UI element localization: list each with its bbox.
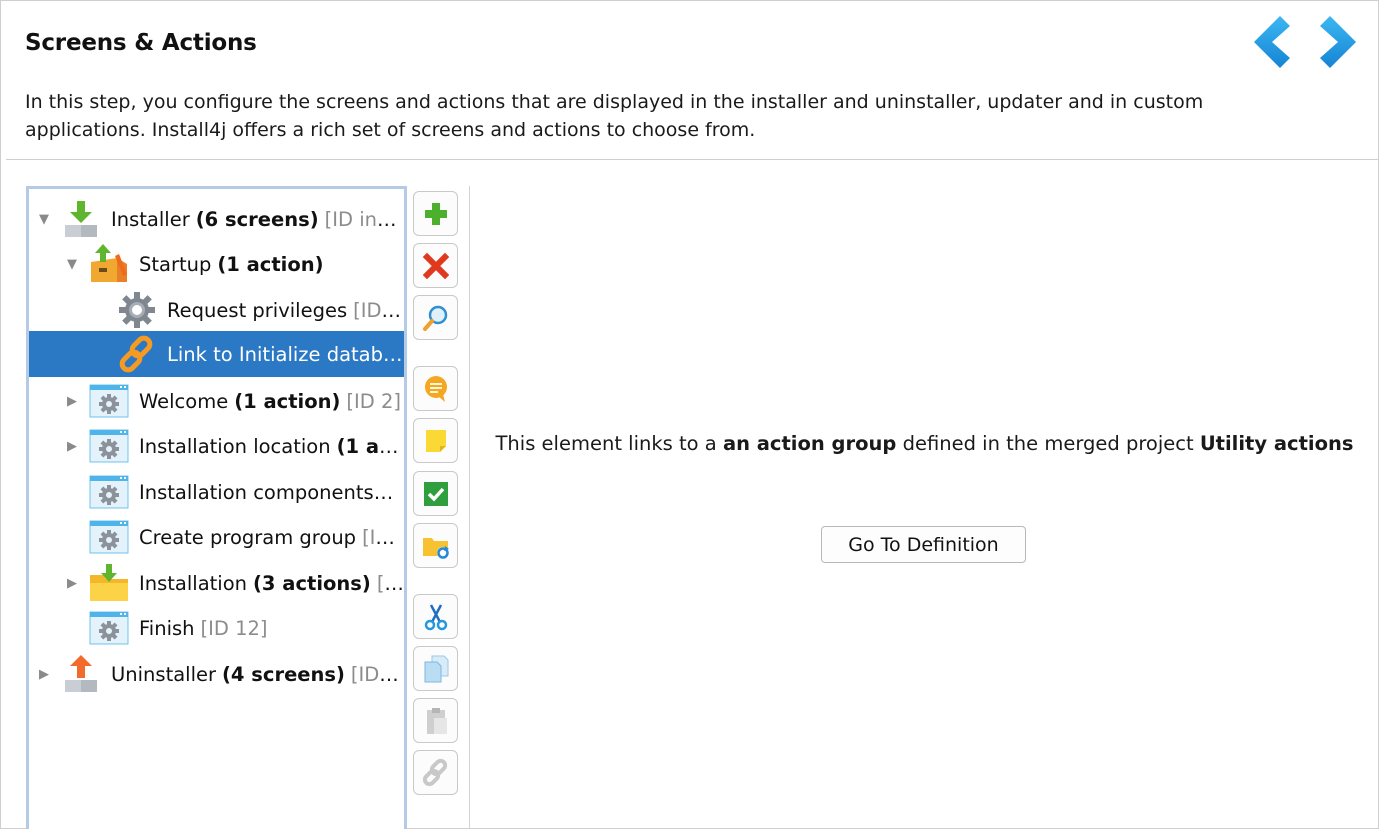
tree-row-welcome[interactable]: ▶ Welcome (1 action) [ID 2] — [29, 378, 404, 424]
screen-gear-icon — [89, 608, 129, 648]
tree-row-installation[interactable]: ▶ Installation(3 actions)[I... — [29, 560, 404, 606]
delete-button[interactable] — [413, 243, 458, 288]
screen-gear-icon — [89, 426, 129, 466]
tree-row-name: Request privileges — [167, 298, 348, 322]
header: Screens & Actions In this step, you conf… — [0, 0, 1379, 160]
back-arrow-icon[interactable] — [1250, 14, 1298, 70]
merged-project-name: Utility actions — [1199, 432, 1354, 455]
tree-row-name: Create program group — [139, 525, 357, 549]
link-msg-prefix: This element links to a — [495, 432, 723, 455]
tree-toolbar — [413, 190, 459, 829]
magnifier-icon — [422, 305, 447, 331]
screen-gear-icon — [89, 472, 129, 512]
collapsed-triangle-icon[interactable]: ▶ — [37, 667, 51, 682]
folder-install-icon — [89, 563, 129, 603]
add-button[interactable] — [413, 191, 458, 236]
folder-refresh-button[interactable] — [413, 523, 458, 568]
folder-refresh-icon — [422, 537, 449, 559]
cut-button[interactable] — [413, 594, 458, 639]
tree-row-count: (4 screens) — [222, 662, 345, 686]
tree-row-name: Installation — [139, 571, 248, 595]
scissors-icon — [424, 603, 447, 630]
tree-row-count: (1 action) — [234, 389, 341, 413]
note-button[interactable] — [413, 418, 458, 463]
tree-row-name: Welcome — [139, 389, 229, 413]
speech-bubble-icon — [424, 375, 447, 402]
screens-actions-tree[interactable]: ▼ Installer(6 screens)[ID instal... ▼ — [26, 186, 407, 829]
collapsed-triangle-icon[interactable]: ▶ — [65, 576, 79, 591]
sticky-note-icon — [425, 429, 446, 452]
link-msg-middle: defined in the merged project — [896, 432, 1200, 455]
details-panel: This element links to a an action group … — [470, 186, 1379, 829]
tree-row-installation-location[interactable]: ▶ Installation location (1 ac. — [29, 423, 404, 469]
tree-row-count: (3 actions) — [253, 571, 371, 595]
go-to-definition-button[interactable]: Go To Definition — [821, 526, 1026, 563]
link-description: This element links to a an action group … — [470, 432, 1379, 455]
link-target-type: an action group — [722, 432, 897, 455]
tree-row-create-program-group[interactable]: Create program group[ID... — [29, 514, 404, 560]
tree-row-startup[interactable]: ▼ Startup (1 action) — [29, 241, 404, 287]
tree-row-id: [ID 2] — [346, 389, 401, 413]
delete-x-icon — [422, 252, 449, 279]
tree-row-id: [ID 12] — [200, 616, 268, 640]
tree-row-id: [ID ... — [353, 298, 404, 322]
tree-row-link-initialize-database[interactable]: Link to Initialize databa... — [29, 331, 404, 377]
tree-row-id: [ID... — [362, 525, 404, 549]
tree-row-count: (1 ac... — [336, 434, 404, 458]
paste-button[interactable] — [413, 698, 458, 743]
paste-icon — [426, 707, 447, 734]
copy-icon — [424, 655, 448, 682]
link-icon — [422, 758, 447, 786]
screen-gear-icon — [89, 381, 129, 421]
tree-row-request-privileges[interactable]: Request privileges [ID ... — [29, 287, 404, 333]
page-description: In this step, you configure the screens … — [25, 91, 1204, 141]
installer-down-arrow-icon — [61, 199, 101, 239]
tree-row-uninstaller[interactable]: ▶ Uninstaller(4 screens)[ID un... — [29, 651, 404, 697]
expanded-triangle-icon[interactable]: ▼ — [65, 257, 79, 272]
comment-button[interactable] — [413, 366, 458, 411]
tree-row-name: Installation components — [139, 480, 374, 504]
page-title: Screens & Actions — [25, 30, 257, 56]
tree-row-finish[interactable]: Finish [ID 12] — [29, 605, 404, 651]
tree-row-name: Installation location — [139, 434, 331, 458]
header-divider — [6, 159, 1379, 160]
enable-button[interactable] — [413, 471, 458, 516]
screen-gear-icon — [89, 517, 129, 557]
link-button[interactable] — [413, 750, 458, 795]
checkbox-icon — [423, 481, 448, 506]
forward-arrow-icon[interactable] — [1312, 14, 1360, 70]
collapsed-triangle-icon[interactable]: ▶ — [65, 394, 79, 409]
tree-row-name: Uninstaller — [111, 662, 217, 686]
collapsed-triangle-icon[interactable]: ▶ — [65, 439, 79, 454]
uninstaller-up-arrow-icon — [61, 654, 101, 694]
tree-row-id: [ID un... — [350, 662, 404, 686]
tree-row-name: Link to Initialize databa... — [167, 342, 404, 366]
search-button[interactable] — [413, 295, 458, 340]
gear-icon — [117, 290, 157, 330]
tree-row-installation-components[interactable]: Installation components[I... — [29, 469, 404, 515]
tree-row-name: Installer — [111, 207, 190, 231]
tree-row-id: [I... — [376, 571, 404, 595]
tree-row-count: (1 action) — [217, 252, 324, 276]
expanded-triangle-icon[interactable]: ▼ — [37, 212, 51, 227]
tree-row-name: Finish — [139, 616, 195, 640]
tree-row-installer[interactable]: ▼ Installer(6 screens)[ID instal... — [29, 196, 404, 242]
tree-row-id: [ID instal... — [324, 207, 404, 231]
copy-button[interactable] — [413, 646, 458, 691]
tree-row-name: Startup — [139, 252, 212, 276]
add-plus-icon — [424, 202, 447, 225]
tree-row-count: (6 screens) — [195, 207, 319, 231]
startup-box-icon — [89, 244, 129, 284]
chain-link-icon — [117, 334, 157, 374]
